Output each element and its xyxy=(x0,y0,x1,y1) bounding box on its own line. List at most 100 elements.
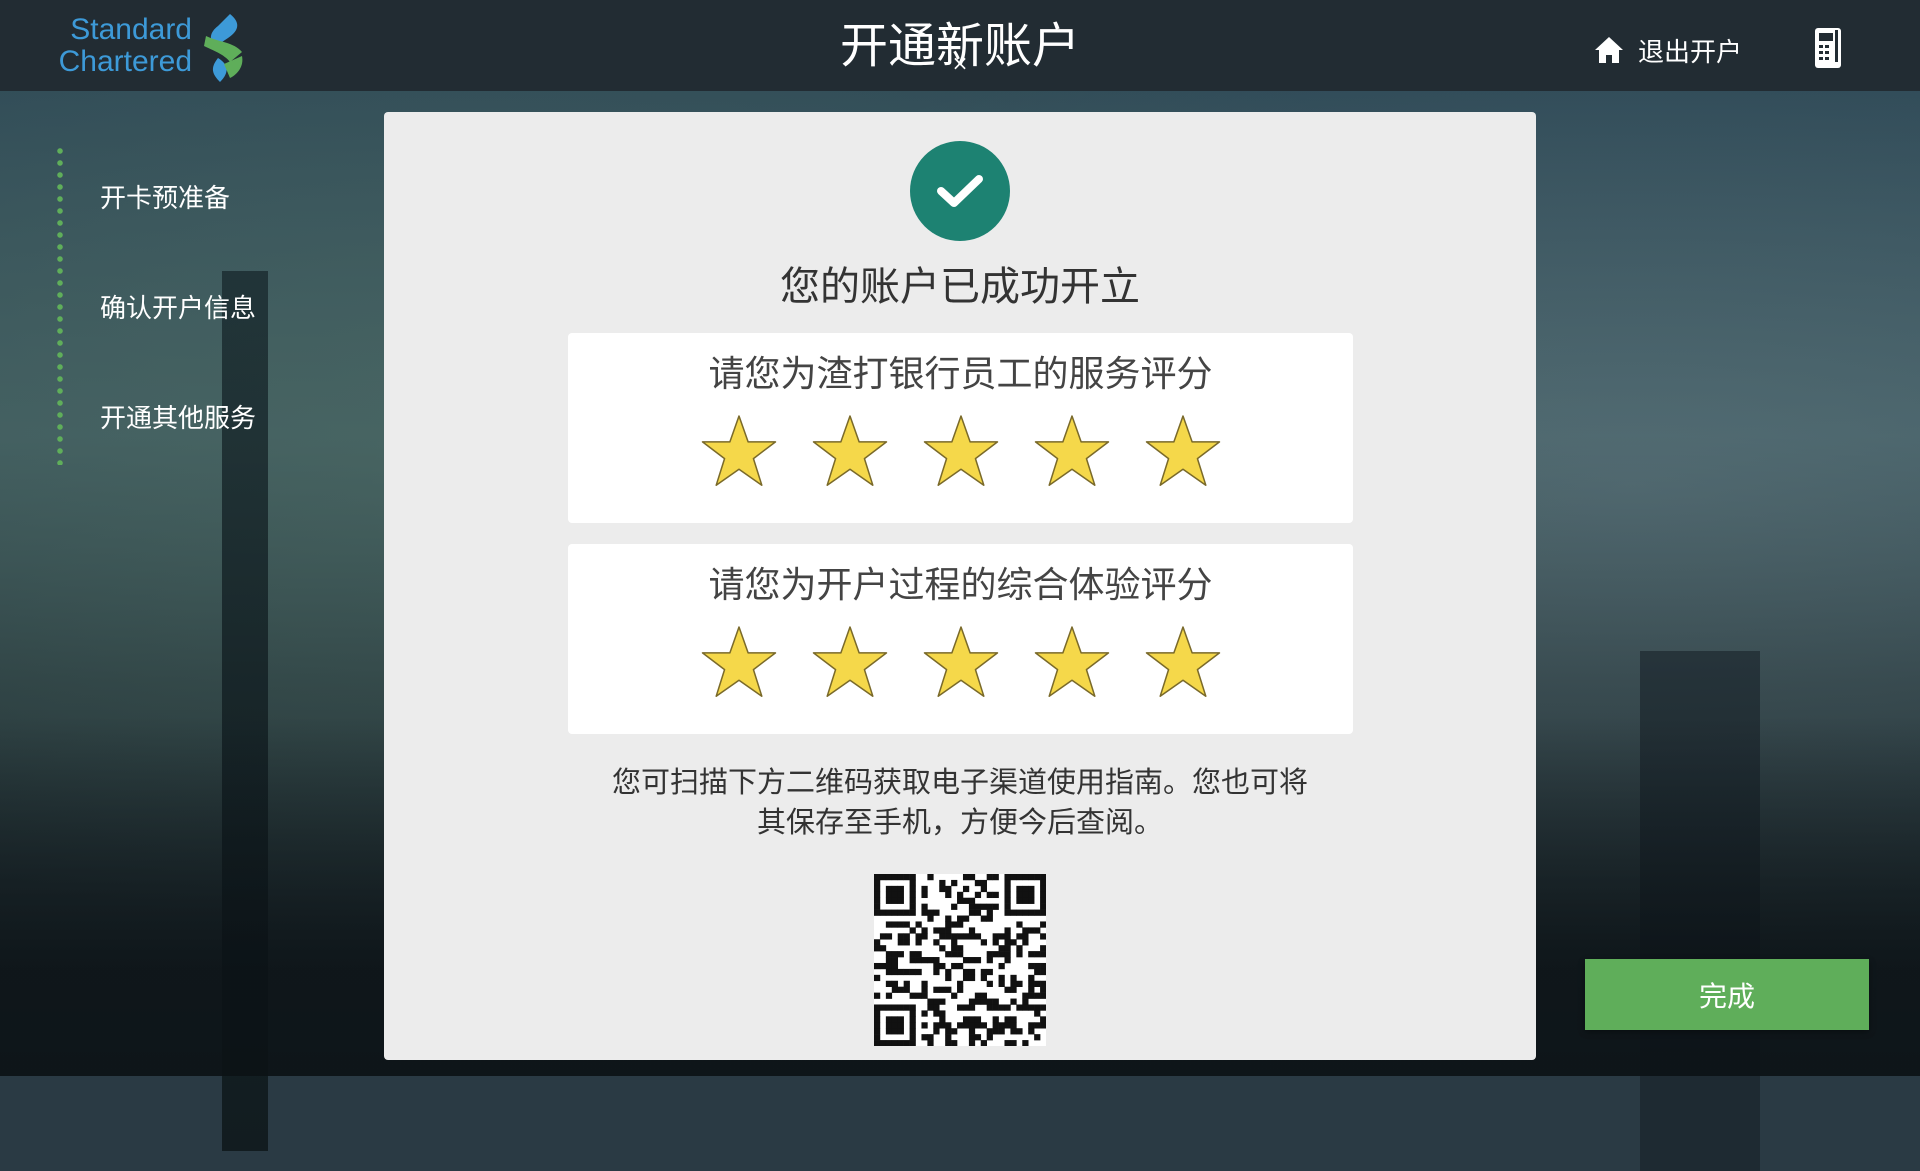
qr-module xyxy=(891,962,899,970)
qr-module xyxy=(986,1034,993,1041)
qr-module xyxy=(980,915,987,922)
qr-module xyxy=(968,957,976,964)
qr-module xyxy=(874,992,881,999)
star-icon[interactable] xyxy=(1145,413,1221,489)
qr-module xyxy=(945,891,952,899)
qr-module xyxy=(1034,962,1041,970)
qr-module xyxy=(915,933,922,940)
qr-module xyxy=(897,939,904,946)
done-button[interactable]: 完成 xyxy=(1585,959,1869,1030)
card-reader-icon[interactable] xyxy=(1813,26,1843,70)
qr-module xyxy=(891,909,899,916)
qr-module xyxy=(986,980,993,987)
sidebar-step-other-services: 开通其他服务 xyxy=(100,404,257,434)
qr-module xyxy=(915,992,922,999)
qr-module xyxy=(986,903,993,910)
qr-module xyxy=(951,939,958,946)
qr-module xyxy=(968,903,976,910)
star-icon[interactable] xyxy=(1034,413,1110,489)
qr-module xyxy=(945,1034,952,1041)
qr-module xyxy=(909,897,916,904)
qr-module xyxy=(1034,909,1041,916)
qr-module xyxy=(909,874,916,881)
qr-module xyxy=(945,1028,952,1035)
star-icon[interactable] xyxy=(1145,624,1221,700)
qr-module xyxy=(874,962,881,970)
qr-module xyxy=(945,986,952,993)
staff-service-rating: 请您为渣打银行员工的服务评分 xyxy=(568,333,1353,523)
qr-module xyxy=(897,1028,904,1035)
qr-module xyxy=(1004,951,1011,958)
close-icon[interactable]: × xyxy=(951,53,969,73)
qr-module xyxy=(885,909,893,916)
qr-module xyxy=(962,1004,970,1011)
qr-module xyxy=(968,1040,976,1046)
qr-module xyxy=(927,909,934,916)
qr-module xyxy=(1016,885,1023,893)
qr-module xyxy=(998,933,1005,940)
qr-module xyxy=(897,885,904,893)
qr-module xyxy=(921,885,928,893)
qr-module xyxy=(980,903,987,910)
qr-module xyxy=(939,879,946,887)
qr-module xyxy=(1034,1022,1041,1029)
star-rating[interactable] xyxy=(568,624,1353,700)
qr-module xyxy=(921,891,928,899)
qr-module xyxy=(1004,891,1011,899)
star-icon[interactable] xyxy=(812,413,888,489)
qr-module xyxy=(974,1016,982,1023)
top-header: Standard Chartered 开通新账户 × 退出开户 xyxy=(0,0,1920,91)
qr-module xyxy=(1016,980,1023,987)
star-icon[interactable] xyxy=(923,624,999,700)
qr-module xyxy=(974,903,982,910)
qr-module xyxy=(874,1028,881,1035)
qr-module xyxy=(903,909,910,916)
qr-module xyxy=(945,1022,952,1029)
overall-experience-rating: 请您为开户过程的综合体验评分 xyxy=(568,544,1353,734)
qr-module xyxy=(885,885,893,893)
qr-module xyxy=(939,1022,946,1029)
qr-module xyxy=(1016,933,1023,940)
qr-module xyxy=(874,897,881,904)
qr-module xyxy=(921,980,928,987)
qr-module xyxy=(980,1022,987,1029)
exit-account-opening-button[interactable]: 退出开户 xyxy=(1594,32,1742,68)
qr-module xyxy=(885,897,893,904)
qr-module xyxy=(1028,986,1035,993)
qr-module xyxy=(1034,874,1041,881)
qr-module xyxy=(1016,1004,1023,1011)
qr-module xyxy=(957,962,964,970)
star-icon[interactable] xyxy=(812,624,888,700)
qr-module xyxy=(1004,879,1011,887)
qr-module xyxy=(903,986,910,993)
qr-module xyxy=(1028,1028,1035,1035)
star-icon[interactable] xyxy=(701,624,777,700)
qr-module xyxy=(957,945,964,952)
qr-module xyxy=(933,986,940,993)
qr-module xyxy=(933,962,940,970)
qr-module xyxy=(1022,874,1029,881)
qr-module xyxy=(962,933,970,940)
qr-module xyxy=(1028,951,1035,958)
qr-module xyxy=(1010,1028,1017,1035)
qr-module xyxy=(1034,980,1041,987)
qr-module xyxy=(992,1022,999,1029)
qr-module xyxy=(957,951,964,958)
qr-module xyxy=(939,962,946,970)
qr-module xyxy=(915,939,922,946)
star-rating[interactable] xyxy=(568,413,1353,489)
qr-module xyxy=(951,1028,958,1035)
qr-module xyxy=(992,939,999,946)
star-icon[interactable] xyxy=(923,413,999,489)
qr-module xyxy=(974,957,982,964)
qr-module xyxy=(885,992,893,999)
qr-module xyxy=(897,874,904,881)
qr-module xyxy=(957,897,964,904)
qr-module xyxy=(939,986,946,993)
qr-module xyxy=(980,998,987,1005)
star-icon[interactable] xyxy=(1034,624,1110,700)
qr-module xyxy=(933,998,940,1005)
qr-module xyxy=(951,933,958,940)
star-icon[interactable] xyxy=(701,413,777,489)
qr-module xyxy=(933,1010,940,1017)
